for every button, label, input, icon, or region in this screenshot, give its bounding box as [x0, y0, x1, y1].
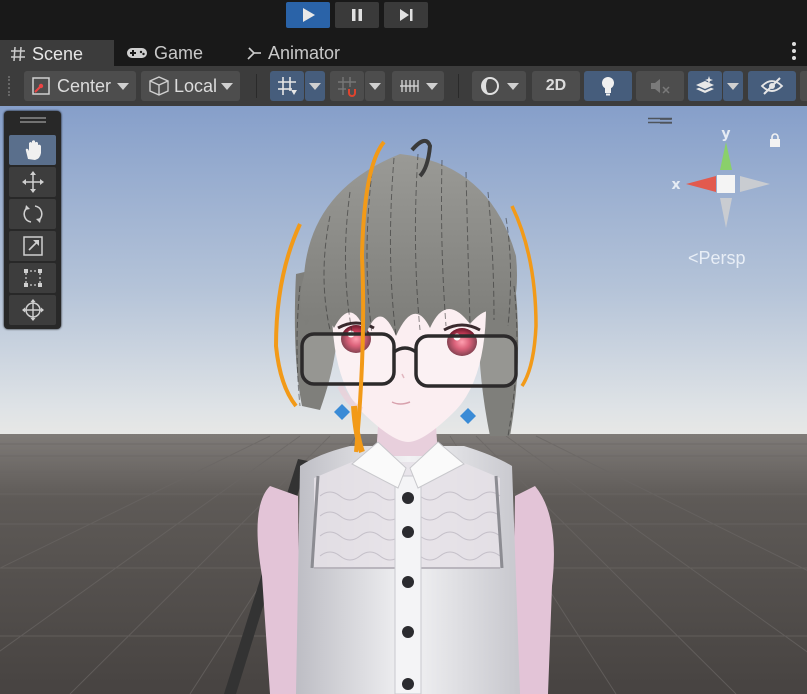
- pivot-mode-dropdown[interactable]: Center: [24, 71, 136, 101]
- rotate-icon: [22, 205, 43, 223]
- scene-grid-icon: [11, 46, 25, 62]
- grid-snap-icon: [278, 77, 297, 95]
- align-tools-dropdown[interactable]: [392, 71, 444, 101]
- rect-transform-icon: [23, 269, 42, 287]
- toggle-2d-button[interactable]: 2D: [532, 71, 580, 101]
- play-icon: [303, 8, 315, 22]
- scene-visibility-button[interactable]: [748, 71, 796, 101]
- gamepad-icon: [127, 48, 147, 58]
- tab-label: Scene: [32, 43, 84, 64]
- draw-mode-dropdown[interactable]: [472, 71, 526, 101]
- gizmo-neg-y-axis[interactable]: [720, 198, 732, 228]
- shading-sphere-icon: [481, 77, 499, 95]
- gizmo-center-cube[interactable]: [717, 175, 735, 193]
- chevron-down-icon: [426, 82, 438, 90]
- animator-icon: [247, 47, 261, 60]
- pivot-mode-label: Center: [56, 75, 112, 96]
- pivot-rotation-dropdown[interactable]: Local: [141, 71, 240, 101]
- lock-icon[interactable]: [770, 133, 780, 147]
- toolbar-divider: [458, 74, 459, 98]
- rotate-tool-button[interactable]: [9, 199, 56, 229]
- transform-tools-overlay: [4, 111, 61, 329]
- tab-game[interactable]: Game: [116, 40, 226, 66]
- scene-effects-button[interactable]: [688, 71, 722, 101]
- layers-effects-icon: [696, 76, 714, 93]
- perspective-chevron-icon: <: [688, 248, 699, 268]
- more-options-icon[interactable]: [791, 42, 797, 60]
- step-button[interactable]: [384, 2, 428, 28]
- scale-tool-button[interactable]: [9, 231, 56, 261]
- projection-toggle[interactable]: <Persp: [688, 248, 746, 269]
- increment-snapping-dropdown[interactable]: [365, 71, 385, 101]
- gizmo-y-axis[interactable]: [720, 142, 732, 170]
- chevron-down-icon: [117, 82, 130, 90]
- toolbar-divider: [256, 74, 257, 98]
- tab-label: Animator: [268, 42, 341, 63]
- increment-snap-icon: [338, 77, 356, 97]
- window-tab-bar: Scene Game Animator: [0, 36, 807, 66]
- pause-icon: [352, 9, 362, 21]
- hand-tool-button[interactable]: [9, 135, 56, 165]
- eye-hidden-icon: [760, 77, 784, 95]
- local-cube-icon: [149, 76, 169, 96]
- chevron-down-icon: [727, 82, 739, 90]
- pivot-rotation-label: Local: [173, 75, 218, 96]
- grid-snapping-dropdown[interactable]: [305, 71, 325, 101]
- scene-audio-button[interactable]: [636, 71, 684, 101]
- rect-tool-button[interactable]: [9, 263, 56, 293]
- move-arrows-icon: [21, 171, 44, 193]
- gizmo-y-label: y: [721, 126, 730, 142]
- gizmo-x-label: x: [671, 177, 680, 193]
- scale-icon: [22, 236, 43, 256]
- play-mode-bar: [0, 0, 807, 36]
- audio-muted-icon: [651, 79, 670, 94]
- transform-tool-button[interactable]: [9, 295, 56, 325]
- scene-toolbar: Center Local 2D: [0, 66, 807, 107]
- step-icon: [400, 9, 413, 21]
- scene-lighting-button[interactable]: [584, 71, 632, 101]
- pause-button[interactable]: [335, 2, 379, 28]
- gizmo-neg-x-axis[interactable]: [740, 176, 770, 192]
- move-tool-button[interactable]: [9, 167, 56, 197]
- align-grid-icon: [400, 80, 419, 92]
- toolbar-grip-icon: [8, 76, 14, 96]
- hand-icon: [25, 140, 41, 160]
- play-button[interactable]: [286, 2, 330, 28]
- chevron-down-icon: [507, 82, 519, 90]
- pivot-center-icon: [32, 77, 50, 95]
- lightbulb-icon: [602, 77, 614, 96]
- tab-animator[interactable]: Animator: [236, 40, 366, 66]
- grid-snapping-button[interactable]: [270, 71, 304, 101]
- gizmo-x-axis[interactable]: [686, 176, 716, 192]
- scene-effects-dropdown[interactable]: [723, 71, 743, 101]
- transform-all-icon: [21, 299, 44, 321]
- chevron-down-icon: [221, 82, 234, 90]
- chevron-down-icon: [369, 82, 381, 90]
- tab-scene[interactable]: Scene: [0, 40, 114, 66]
- overlay-drag-handle[interactable]: [20, 117, 46, 123]
- gizmo-drag-handle[interactable]: [648, 117, 674, 125]
- toggle-2d-label: 2D: [545, 77, 567, 94]
- tab-label: Game: [154, 42, 204, 63]
- more-toolbar-button[interactable]: [800, 71, 807, 101]
- increment-snapping-button[interactable]: [330, 71, 364, 101]
- projection-label: Persp: [698, 248, 746, 268]
- chevron-down-icon: [309, 82, 321, 90]
